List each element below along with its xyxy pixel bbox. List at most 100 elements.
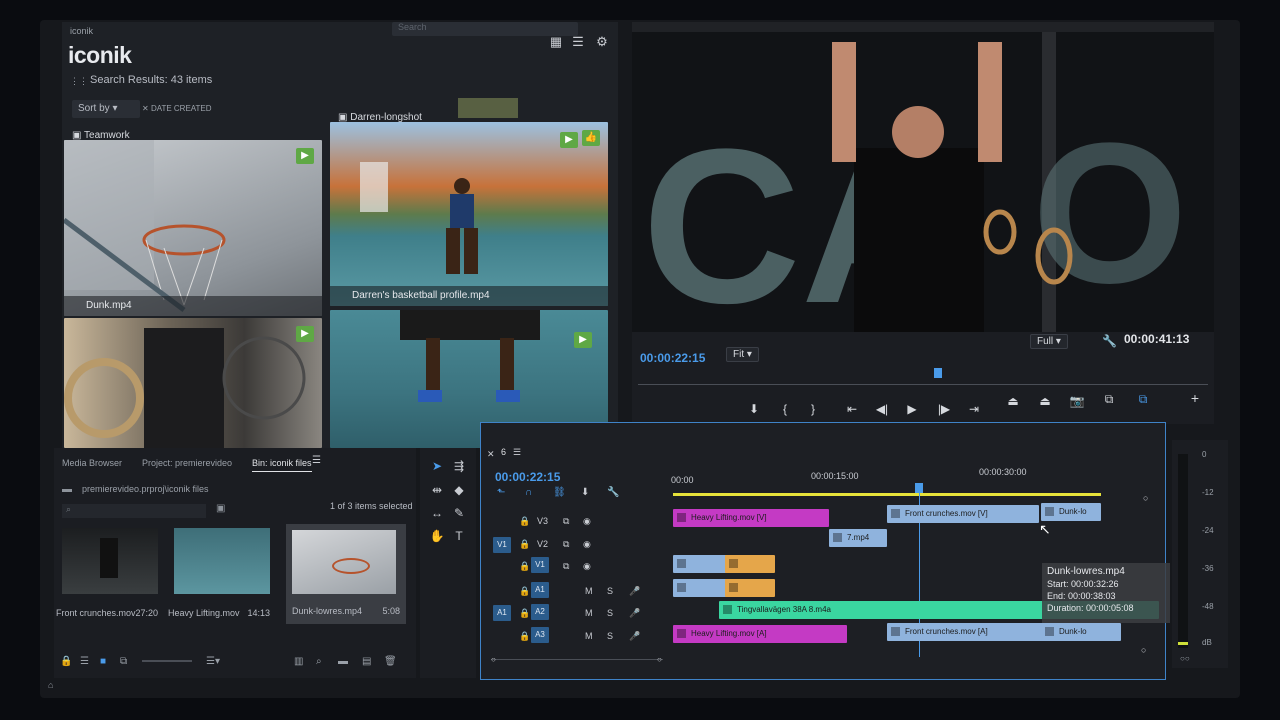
sync-lock-icon[interactable]: ⧉ — [563, 561, 569, 572]
microphone-icon[interactable]: 🎤 — [629, 631, 640, 642]
ripple-edit-tool-icon[interactable]: ⇹ — [428, 482, 446, 498]
tab-media-browser[interactable]: Media Browser — [62, 458, 122, 468]
clip-a1-b[interactable] — [725, 579, 775, 597]
track-select-tool-icon[interactable]: ⇶ — [450, 458, 468, 474]
close-tab-icon[interactable]: ✕ — [487, 449, 495, 460]
tab-bin-iconik[interactable]: Bin: iconik files — [252, 458, 312, 472]
clip-dunk-audio[interactable]: Dunk-lo — [1041, 623, 1121, 641]
lift-icon[interactable]: ⏏ — [1004, 394, 1022, 408]
type-tool-icon[interactable]: T — [450, 528, 468, 544]
comparison-view-icon[interactable]: ⧉ — [1100, 392, 1118, 407]
pen-tool-icon[interactable]: ✎ — [450, 505, 468, 521]
linked-selection-icon[interactable]: ⛓ — [553, 487, 566, 498]
eye-icon[interactable]: ◉ — [583, 539, 591, 550]
grid-view-icon[interactable]: ▦ — [548, 34, 564, 50]
track-target-v1[interactable]: V1 — [531, 557, 549, 573]
sequence-tab[interactable]: 6 — [501, 447, 506, 457]
new-bin-icon[interactable]: ▣ — [216, 503, 225, 514]
project-item-selected[interactable]: Dunk-lowres.mp4 5:08 — [286, 524, 406, 624]
panel-menu-icon[interactable]: ☰ — [312, 455, 321, 466]
icon-view-icon[interactable]: ■ — [100, 656, 106, 667]
freeform-view-icon[interactable]: ⧉ — [120, 656, 127, 667]
clip-front-crunches-audio[interactable]: Front crunches.mov [A] — [887, 623, 1055, 641]
scroll-handle-icon[interactable]: ○ — [1141, 645, 1146, 655]
eye-icon[interactable]: ◉ — [583, 516, 591, 527]
timeline-timecode[interactable]: 00:00:22:15 — [495, 470, 560, 484]
monitor-scrub-bar[interactable] — [638, 368, 1208, 388]
sync-lock-icon[interactable]: ⧉ — [563, 539, 569, 550]
solo-button[interactable]: S — [607, 586, 613, 596]
zoom-select[interactable]: Fit ▾ — [726, 347, 759, 362]
timeline-playhead-handle[interactable] — [915, 483, 923, 493]
razor-tool-icon[interactable]: ◆ — [450, 482, 468, 498]
clip-heavy-lifting-audio[interactable]: Heavy Lifting.mov [A] — [673, 625, 847, 643]
playhead-timecode[interactable]: 00:00:22:15 — [640, 351, 705, 365]
step-forward-icon[interactable]: |▶ — [935, 402, 953, 416]
work-area-bar[interactable] — [673, 493, 1101, 496]
list-view-icon[interactable]: ☰ — [80, 656, 89, 667]
lock-icon[interactable]: 🔒 — [519, 539, 530, 550]
asset-card[interactable]: ▶ Dunk.mp4 — [64, 140, 322, 316]
source-patch-a1[interactable]: A1 — [493, 605, 511, 621]
hand-tool-icon[interactable]: ✋ — [428, 528, 446, 544]
lock-icon[interactable]: 🔒 — [519, 608, 530, 619]
resolution-select[interactable]: Full ▾ — [1030, 334, 1068, 349]
gear-icon[interactable]: ⚙ — [594, 34, 610, 50]
lock-icon[interactable]: 🔒 — [519, 561, 530, 572]
new-bin-button-icon[interactable]: ▬ — [338, 656, 348, 667]
clip-dunk-video[interactable]: Dunk-lo — [1041, 503, 1101, 521]
marker-icon[interactable]: ⬇ — [745, 402, 763, 416]
nest-icon[interactable]: ⬑ — [497, 487, 505, 498]
automate-icon[interactable]: ▥ — [294, 656, 303, 667]
zoom-slider[interactable] — [142, 660, 192, 662]
asset-card[interactable]: ▶ — [64, 318, 322, 448]
list-view-icon[interactable]: ☰ — [570, 34, 586, 50]
tab-menu-icon[interactable]: ☰ — [513, 447, 521, 458]
solo-button[interactable]: S — [607, 631, 613, 641]
sort-icon[interactable]: ☰▾ — [206, 656, 220, 667]
lock-icon[interactable]: 🔒 — [519, 631, 530, 642]
mark-in-icon[interactable]: { — [776, 402, 794, 416]
solo-button[interactable]: S — [607, 608, 613, 618]
selection-tool-icon[interactable]: ➤ — [428, 458, 446, 474]
wrench-icon[interactable]: 🔧 — [1102, 334, 1117, 348]
thumbs-up-icon[interactable]: 👍 — [582, 130, 600, 146]
snap-icon[interactable]: ∩ — [525, 487, 532, 498]
scroll-handle-icon[interactable]: ○ — [657, 655, 662, 664]
date-created-filter[interactable]: ✕ DATE CREATED — [142, 100, 212, 118]
microphone-icon[interactable]: 🎤 — [629, 608, 640, 619]
scroll-handle-icon[interactable]: ○ — [491, 655, 496, 664]
lock-icon[interactable]: 🔒 — [60, 656, 72, 667]
track-target-a2[interactable]: A2 — [531, 604, 549, 620]
clip-7-mp4[interactable]: 7.mp4 — [829, 529, 887, 547]
timeline-settings-icon[interactable]: 🔧 — [607, 487, 619, 498]
clip-heavy-lifting-video[interactable]: Heavy Lifting.mov [V] — [673, 509, 829, 527]
filter-icon[interactable]: ⋮⋮ — [70, 76, 88, 87]
tab-project[interactable]: Project: premierevideo — [142, 458, 232, 468]
sync-lock-icon[interactable]: ⧉ — [563, 516, 569, 527]
add-marker-icon[interactable]: ⬇ — [581, 487, 589, 498]
solo-meters-icon[interactable]: ○○ — [1180, 654, 1190, 663]
lock-icon[interactable]: 🔒 — [519, 586, 530, 597]
mute-button[interactable]: M — [585, 631, 593, 641]
mute-button[interactable]: M — [585, 586, 593, 596]
lock-icon[interactable]: 🔒 — [519, 516, 530, 527]
microphone-icon[interactable]: 🎤 — [629, 586, 640, 597]
multicam-icon[interactable]: ⧉ — [1134, 392, 1152, 407]
extract-icon[interactable]: ⏏ — [1036, 394, 1054, 408]
find-icon[interactable]: ⌕ — [316, 656, 322, 667]
project-item[interactable]: Front crunches.mov 27:20 — [54, 528, 158, 624]
sort-by-button[interactable]: Sort by ▾ — [72, 100, 140, 118]
mute-button[interactable]: M — [585, 608, 593, 618]
step-back-icon[interactable]: ◀| — [873, 402, 891, 416]
go-to-out-icon[interactable]: ⇥ — [965, 402, 983, 416]
eye-icon[interactable]: ◉ — [583, 561, 591, 572]
track-scrollbar[interactable] — [491, 659, 663, 660]
new-item-icon[interactable]: ▤ — [362, 656, 371, 667]
track-target-a3[interactable]: A3 — [531, 627, 549, 643]
asset-card[interactable]: ▶ 👍 Darren's basketball profile.mp4 — [330, 122, 608, 306]
add-button-icon[interactable]: + — [1186, 390, 1204, 406]
trash-icon[interactable]: 🗑 — [384, 656, 397, 667]
export-frame-icon[interactable]: 📷 — [1068, 394, 1086, 408]
slip-tool-icon[interactable]: ↔ — [428, 505, 446, 521]
